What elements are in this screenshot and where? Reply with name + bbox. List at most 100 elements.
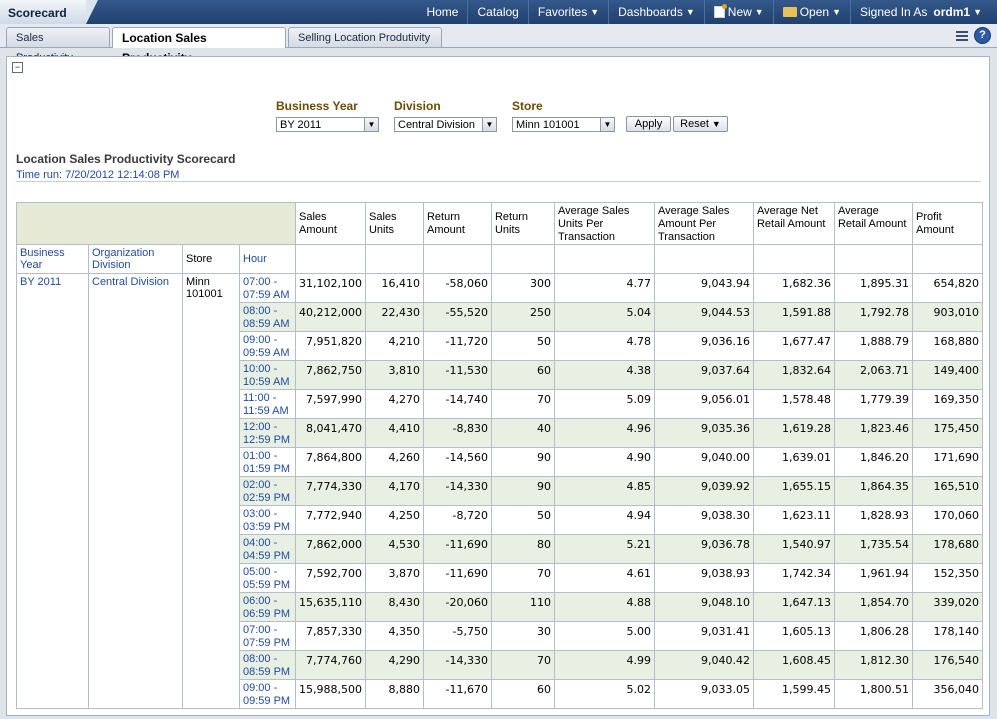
value-cell: 8,041,470 <box>295 418 366 448</box>
value-cell: 7,774,760 <box>295 650 366 680</box>
value-cell: 5.02 <box>553 679 655 709</box>
value-cell: 1,832.64 <box>752 360 835 390</box>
store-label: Store <box>512 99 543 113</box>
help-icon[interactable]: ? <box>974 27 991 44</box>
dashboards-menu[interactable]: Dashboards ▼ <box>608 0 704 24</box>
value-cell: -58,060 <box>422 273 492 303</box>
value-cell: 5.09 <box>553 389 655 419</box>
hour-cell[interactable]: 10:00 - 10:59 AM <box>239 360 296 390</box>
reset-button[interactable]: Reset ▼ <box>673 116 728 132</box>
hour-cell[interactable]: 12:00 - 12:59 PM <box>239 418 296 448</box>
value-cell: 1,578.48 <box>752 389 835 419</box>
value-cell: 7,597,990 <box>295 389 366 419</box>
col-header-org-division[interactable]: Organization Division <box>88 244 183 274</box>
business-year-value: BY 2011 <box>280 119 322 131</box>
division-select[interactable]: Central Division ▼ <box>394 117 497 132</box>
hour-cell[interactable]: 09:00 - 09:59 AM <box>239 331 296 361</box>
col-header-hour[interactable]: Hour <box>239 244 296 274</box>
value-cell: 175,450 <box>911 418 983 448</box>
value-cell: 90 <box>490 447 555 477</box>
value-cell: 4,210 <box>364 331 424 361</box>
col-header-sales-units[interactable]: Sales Units <box>364 202 424 245</box>
catalog-link[interactable]: Catalog <box>467 0 527 24</box>
new-menu[interactable]: New ▼ <box>703 0 773 24</box>
dropdown-arrow-icon[interactable]: ▼ <box>482 118 496 131</box>
scorecard-table: Sales Amount Sales Units Return Amount R… <box>16 202 983 709</box>
hour-cell[interactable]: 05:00 - 05:59 PM <box>239 563 296 593</box>
tab-selling-location-productivity[interactable]: Selling Location Produtivity <box>288 27 442 47</box>
open-menu[interactable]: Open ▼ <box>772 0 850 24</box>
top-header: Scorecard Home Catalog Favorites ▼ Dashbo… <box>0 0 997 24</box>
value-cell: 4,270 <box>364 389 424 419</box>
col-header-profit-amount[interactable]: Profit Amount <box>911 202 983 245</box>
value-cell: 3,870 <box>364 563 424 593</box>
business-year-select[interactable]: BY 2011 ▼ <box>276 117 379 132</box>
hour-cell[interactable]: 01:00 - 01:59 PM <box>239 447 296 477</box>
report-title: Location Sales Productivity Scorecard <box>16 152 236 166</box>
apply-button[interactable]: Apply <box>626 116 671 132</box>
value-cell: 1,800.51 <box>833 679 913 709</box>
dimension-header-row: Business Year Organization Division Stor… <box>16 244 983 274</box>
header-cell <box>911 244 983 274</box>
hour-cell[interactable]: 04:00 - 04:59 PM <box>239 534 296 564</box>
col-header-avg-sales-amount[interactable]: Average Sales Amount Per Transaction <box>653 202 754 245</box>
hour-cell[interactable]: 02:00 - 02:59 PM <box>239 476 296 506</box>
value-cell: 8,880 <box>364 679 424 709</box>
page-tools: ? <box>956 27 991 44</box>
header-cell <box>833 244 913 274</box>
value-cell: 90 <box>490 476 555 506</box>
value-cell: 4.96 <box>553 418 655 448</box>
org-division-cell[interactable]: Central Division <box>88 273 183 709</box>
chevron-down-icon: ▼ <box>590 7 600 17</box>
value-cell: 1,742.34 <box>752 563 835 593</box>
measure-header-row: Sales Amount Sales Units Return Amount R… <box>16 202 983 245</box>
user-menu[interactable]: Signed In As ordm1 ▼ <box>850 0 991 24</box>
value-cell: 1,619.28 <box>752 418 835 448</box>
value-cell: 1,806.28 <box>833 621 913 651</box>
value-cell: 176,540 <box>911 650 983 680</box>
header-cell <box>653 244 754 274</box>
hour-cell[interactable]: 08:00 - 08:59 PM <box>239 650 296 680</box>
value-cell: 4,290 <box>364 650 424 680</box>
value-cell: 4.94 <box>553 505 655 535</box>
tab-sales-productivity[interactable]: Sales Productivity <box>6 27 110 64</box>
value-cell: 7,592,700 <box>295 563 366 593</box>
hour-cell[interactable]: 07:00 - 07:59 PM <box>239 621 296 651</box>
value-cell: 178,680 <box>911 534 983 564</box>
hour-cell[interactable]: 11:00 - 11:59 AM <box>239 389 296 419</box>
store-select[interactable]: Minn 101001 ▼ <box>512 117 615 132</box>
value-cell: 169,350 <box>911 389 983 419</box>
hour-cell[interactable]: 03:00 - 03:59 PM <box>239 505 296 535</box>
favorites-menu[interactable]: Favorites ▼ <box>527 0 608 24</box>
value-cell: 16,410 <box>364 273 424 303</box>
hour-cell[interactable]: 06:00 - 06:59 PM <box>239 592 296 622</box>
col-header-return-amount[interactable]: Return Amount <box>422 202 492 245</box>
value-cell: 1,895.31 <box>833 273 913 303</box>
dropdown-arrow-icon[interactable]: ▼ <box>600 118 614 131</box>
hour-cell[interactable]: 08:00 - 08:59 AM <box>239 302 296 332</box>
value-cell: -11,690 <box>422 563 492 593</box>
value-cell: 9,040.00 <box>653 447 754 477</box>
value-cell: 9,037.64 <box>653 360 754 390</box>
value-cell: 80 <box>490 534 555 564</box>
col-header-return-units[interactable]: Return Units <box>490 202 555 245</box>
collapse-section-icon[interactable]: − <box>12 62 23 73</box>
app-title: Scorecard <box>0 0 98 24</box>
dropdown-arrow-icon[interactable]: ▼ <box>364 118 378 131</box>
col-header-sales-amount[interactable]: Sales Amount <box>295 202 366 245</box>
value-cell: 1,961.94 <box>833 563 913 593</box>
col-header-avg-retail[interactable]: Average Retail Amount <box>833 202 913 245</box>
header-blank <box>16 202 296 245</box>
header-cell <box>752 244 835 274</box>
page-options-icon[interactable] <box>956 30 968 41</box>
hour-cell[interactable]: 07:00 - 07:59 AM <box>239 273 296 303</box>
col-header-business-year[interactable]: Business Year <box>16 244 89 274</box>
home-link[interactable]: Home <box>417 0 467 24</box>
col-header-avg-net-retail[interactable]: Average Net Retail Amount <box>752 202 835 245</box>
tab-location-sales-productivity[interactable]: Location Sales Productivity <box>112 27 286 65</box>
header-cell <box>422 244 492 274</box>
business-year-label: Business Year <box>276 99 358 113</box>
business-year-cell[interactable]: BY 2011 <box>16 273 89 709</box>
hour-cell[interactable]: 09:00 - 09:59 PM <box>239 679 296 709</box>
col-header-avg-sales-units[interactable]: Average Sales Units Per Transaction <box>553 202 655 245</box>
